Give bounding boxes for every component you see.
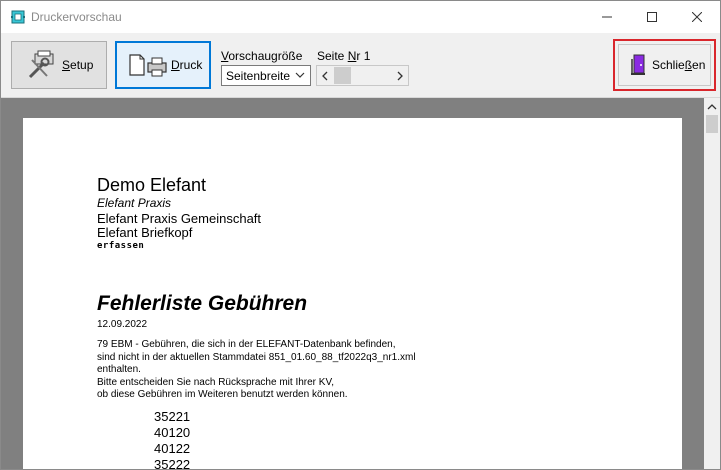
scroll-up-button[interactable] [704,100,720,114]
text-line: Bitte entscheiden Sie nach Rücksprache m… [97,376,334,388]
error-list-date: 12.09.2022 [97,319,148,330]
window-title: Druckervorschau [31,10,122,24]
chevron-right-icon [397,71,403,81]
minimize-button[interactable] [584,1,630,33]
setup-label: Setup [62,58,94,72]
setup-tools-icon [28,50,54,79]
page-prev-button[interactable] [318,70,332,82]
page-number-label: Seite Nr 1 [317,49,371,63]
exit-door-icon [631,54,645,75]
vertical-scrollbar[interactable] [704,98,720,469]
chevron-down-icon [295,72,305,78]
vertical-scroll-thumb[interactable] [706,115,718,133]
chevron-up-icon [707,104,717,110]
close-label: Schließen [652,58,706,72]
maximize-button[interactable] [629,1,675,33]
preview-page: Demo Elefant Elefant Praxis Elefant Prax… [23,118,682,470]
print-button[interactable]: Druck [115,41,211,89]
chevron-left-icon [322,71,328,81]
error-list-title: Fehlerliste Gebühren [97,292,308,315]
close-window-button[interactable] [674,1,720,33]
close-button[interactable]: Schließen [613,39,716,91]
printer-preview-icon [11,10,25,24]
practice-subtitle: Elefant Praxis [97,196,172,210]
text-line: 79 EBM - Gebühren, die sich in der ELEFA… [97,339,396,350]
print-label: Druck [171,58,203,72]
preview-area: Demo Elefant Elefant Praxis Elefant Prax… [1,98,704,470]
minimize-icon [602,16,612,18]
text-line: enthalten. [97,364,141,375]
title-bar: Druckervorschau [1,1,720,33]
practice-line-1: Elefant Praxis Gemeinschaft [97,211,262,226]
fee-code: 40122 [154,441,191,456]
text-line: ob diese Gebühren im Weiteren benutzt we… [97,389,348,400]
error-list-text: 79 EBM - Gebühren, die sich in der ELEFA… [97,339,416,402]
practice-line-3: erfassen [97,241,145,251]
fee-code-list: 35221 40120 40122 35222 [154,409,191,470]
practice-line-2: Elefant Briefkopf [97,225,193,240]
setup-button[interactable]: Setup [11,41,107,89]
print-icon [129,54,167,77]
text-line: sind nicht in der aktuellen Stammdatei 8… [97,351,416,363]
fee-code: 40120 [154,425,191,440]
preview-size-label: Vorschaugröße [221,49,303,63]
print-preview-window: Druckervorschau Setup Druck Vorschaugröß… [0,0,721,470]
close-icon [692,12,702,22]
practice-name: Demo Elefant [97,175,207,195]
toolbar: Setup Druck Vorschaugröße Seitenbreite S… [1,33,720,98]
page-next-button[interactable] [393,70,407,82]
maximize-icon [647,12,657,22]
fee-code: 35221 [154,409,191,424]
preview-size-value: Seitenbreite [226,69,291,83]
preview-size-select[interactable]: Seitenbreite [221,65,311,86]
page-scroll-thumb[interactable] [334,67,351,84]
fee-code: 35222 [154,457,191,470]
page-number-scrollbar[interactable] [316,65,409,86]
